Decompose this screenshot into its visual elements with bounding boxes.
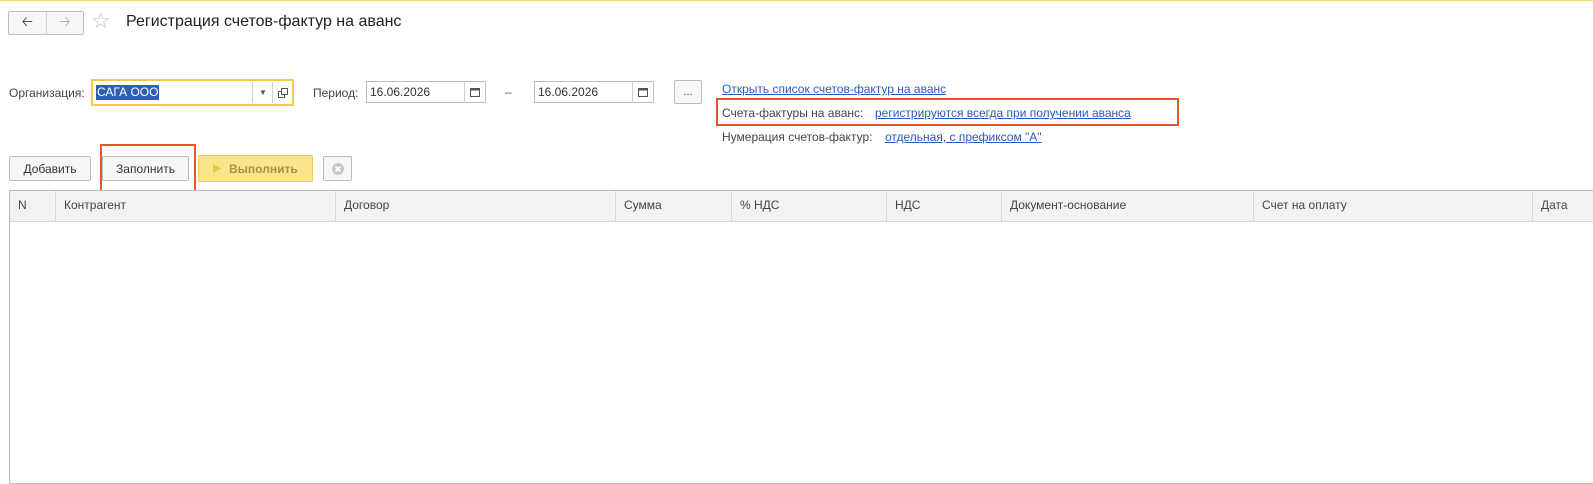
calendar-icon[interactable] <box>464 82 485 102</box>
run-button-label: Выполнить <box>229 161 298 176</box>
numbering-mode-link[interactable]: отдельная, с префиксом "А" <box>885 130 1042 144</box>
fill-button[interactable]: Заполнить <box>102 156 189 181</box>
column-header[interactable]: НДС <box>887 191 1002 221</box>
table-header: N Контрагент Договор Сумма % НДС НДС Док… <box>10 191 1593 222</box>
close-circle-icon <box>331 162 344 175</box>
cancel-button[interactable] <box>323 156 352 181</box>
arrow-left-icon: 🡠 <box>21 13 33 29</box>
column-header[interactable]: % НДС <box>732 191 887 221</box>
page-title: Регистрация счетов-фактур на аванс <box>126 13 402 30</box>
forward-button[interactable]: 🡢 <box>45 12 84 34</box>
play-icon: ▶ <box>213 163 221 174</box>
period-label: Период: <box>313 86 359 100</box>
run-button[interactable]: ▶ Выполнить <box>198 155 313 182</box>
add-button[interactable]: Добавить <box>9 156 91 181</box>
open-icon[interactable] <box>272 82 293 103</box>
column-header[interactable]: N <box>10 191 56 221</box>
organization-label: Организация: <box>9 86 85 100</box>
date-from-value[interactable]: 16.06.2026 <box>367 82 464 102</box>
column-header[interactable]: Договор <box>336 191 616 221</box>
column-header[interactable]: Счет на оплату <box>1254 191 1533 221</box>
invoices-label: Счета-фактуры на аванс: <box>722 106 864 120</box>
column-header[interactable]: Документ-основание <box>1002 191 1254 221</box>
arrow-right-icon: 🡢 <box>59 13 71 29</box>
date-to-field[interactable]: 16.06.2026 <box>534 81 654 103</box>
column-header[interactable]: Дата <box>1533 191 1593 221</box>
invoices-mode-link[interactable]: регистрируются всегда при получении аван… <box>875 106 1131 120</box>
column-header[interactable]: Сумма <box>616 191 732 221</box>
period-select-button[interactable]: ... <box>674 80 702 104</box>
organization-value[interactable]: САГА ООО <box>96 85 160 100</box>
date-from-field[interactable]: 16.06.2026 <box>366 81 486 103</box>
column-header[interactable]: Контрагент <box>56 191 336 221</box>
organization-field[interactable]: САГА ООО ▼ <box>91 79 294 106</box>
chevron-down-icon[interactable]: ▼ <box>252 82 273 103</box>
period-dash: – <box>505 85 512 99</box>
numbering-label: Нумерация счетов-фактур: <box>722 130 873 144</box>
date-to-value[interactable]: 16.06.2026 <box>535 82 632 102</box>
navigation-buttons: 🡠 🡢 <box>8 11 84 35</box>
invoice-table[interactable]: N Контрагент Договор Сумма % НДС НДС Док… <box>9 190 1593 484</box>
open-invoice-list-link[interactable]: Открыть список счетов-фактур на аванс <box>722 82 946 96</box>
star-icon[interactable]: ☆ <box>91 9 111 33</box>
calendar-icon[interactable] <box>632 82 653 102</box>
back-button[interactable]: 🡠 <box>9 12 46 34</box>
